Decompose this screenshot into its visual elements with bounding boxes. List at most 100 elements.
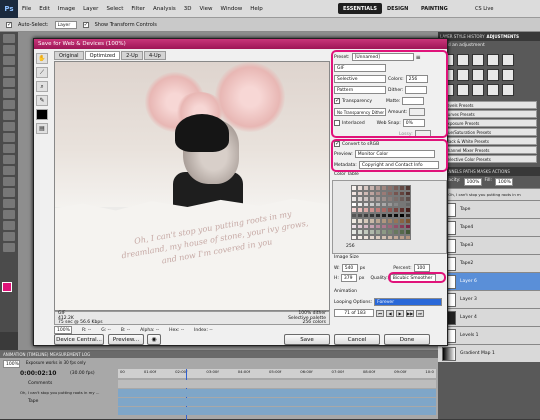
- menu-file[interactable]: File: [18, 6, 35, 12]
- lasso-tool-icon[interactable]: [3, 56, 15, 65]
- brush-tool-icon[interactable]: [3, 111, 15, 120]
- hand-tool-icon[interactable]: ✋: [36, 53, 48, 64]
- image-preview[interactable]: Oh, I can't stop you putting roots in my…: [54, 61, 330, 311]
- menu-help[interactable]: Help: [246, 6, 267, 12]
- eraser-tool-icon[interactable]: [3, 144, 15, 153]
- pen-tool-icon[interactable]: [3, 188, 15, 197]
- preset-item[interactable]: Exposure Presets: [441, 119, 537, 127]
- crop-tool-icon[interactable]: [3, 78, 15, 87]
- layer-row[interactable]: Gradient Map 1: [438, 344, 540, 362]
- photo-filter-icon[interactable]: [487, 69, 499, 81]
- levels-icon[interactable]: [457, 54, 469, 66]
- height-field[interactable]: 379: [340, 274, 357, 282]
- blur-tool-icon[interactable]: [3, 166, 15, 175]
- exposure-icon[interactable]: [487, 54, 499, 66]
- device-central-button[interactable]: Device Central...: [54, 334, 104, 345]
- auto-select-checkbox[interactable]: [6, 21, 12, 28]
- move-tool-icon[interactable]: [3, 34, 15, 43]
- layer-row[interactable]: Layer 4: [438, 308, 540, 326]
- threshold-icon[interactable]: [472, 84, 484, 96]
- menu-view[interactable]: View: [195, 6, 216, 12]
- show-transform-checkbox[interactable]: [82, 21, 89, 28]
- preview-button[interactable]: Preview...: [108, 334, 144, 345]
- type-tool-icon[interactable]: [3, 199, 15, 208]
- timeline-ruler[interactable]: 00 01:00f 02:00f 03:00f 04:00f 05:00f 06:00f 07…: [118, 369, 436, 378]
- menu-select[interactable]: Select: [102, 6, 127, 12]
- hand-tool-icon[interactable]: [3, 232, 15, 241]
- workspace-design[interactable]: DESIGN: [382, 3, 413, 14]
- channel-mixer-icon[interactable]: [502, 69, 514, 81]
- opacity-field[interactable]: 100%: [463, 178, 482, 186]
- gradient-tool-icon[interactable]: [3, 155, 15, 164]
- layer-row[interactable]: Layer 3: [438, 290, 540, 308]
- color-balance-icon[interactable]: [457, 69, 469, 81]
- timeline-zoom[interactable]: 100%: [3, 360, 20, 368]
- eyedropper-color-swatch[interactable]: [36, 109, 48, 120]
- comments-track[interactable]: [118, 380, 436, 388]
- zoom-field[interactable]: 100%: [54, 326, 72, 334]
- layer-row[interactable]: Tape: [438, 200, 540, 218]
- layer-row[interactable]: Tape4: [438, 218, 540, 236]
- menu-layer[interactable]: Layer: [79, 6, 102, 12]
- healing-tool-icon[interactable]: [3, 100, 15, 109]
- curves-icon[interactable]: [472, 54, 484, 66]
- tab-4-up[interactable]: 4-Up: [144, 51, 166, 60]
- black-white-icon[interactable]: [472, 69, 484, 81]
- preset-item[interactable]: Channel Mixer Presets: [441, 146, 537, 154]
- layer-row[interactable]: Tape2: [438, 254, 540, 272]
- menu-analysis[interactable]: Analysis: [149, 6, 180, 12]
- vibrance-icon[interactable]: [502, 54, 514, 66]
- layers-panel-tabs[interactable]: CHANNELS PATHS MASKS ACTIONS: [438, 167, 540, 176]
- fill-field[interactable]: 100%: [495, 178, 514, 186]
- first-frame-icon[interactable]: ⏮: [376, 309, 384, 317]
- marquee-tool-icon[interactable]: [3, 45, 15, 54]
- prev-frame-icon[interactable]: ◀: [386, 309, 394, 317]
- foreground-color-swatch[interactable]: [2, 282, 12, 292]
- preset-item[interactable]: Black & White Presets: [441, 137, 537, 145]
- zoom-tool-icon[interactable]: [3, 243, 15, 252]
- menu-filter[interactable]: Filter: [127, 6, 149, 12]
- path-select-tool-icon[interactable]: [3, 210, 15, 219]
- play-icon[interactable]: ▶: [396, 309, 404, 317]
- next-frame-icon[interactable]: ▶▶: [406, 309, 414, 317]
- menu-3d[interactable]: 3D: [180, 6, 196, 12]
- menu-edit[interactable]: Edit: [35, 6, 54, 12]
- menu-image[interactable]: Image: [54, 6, 79, 12]
- dodge-tool-icon[interactable]: [3, 177, 15, 186]
- width-field[interactable]: 540: [341, 264, 358, 272]
- panel-tabs[interactable]: LAYER STYLE HISTORY ADJUSTMENTS: [438, 32, 540, 41]
- percent-field[interactable]: 100: [413, 264, 430, 272]
- tab-2-up[interactable]: 2-Up: [121, 51, 143, 60]
- preset-item[interactable]: Levels Presets: [441, 101, 537, 109]
- eyedropper-tool-icon[interactable]: ✎: [36, 95, 48, 106]
- last-frame-icon[interactable]: ⏭: [416, 309, 424, 317]
- workspace-essentials[interactable]: ESSENTIALS: [338, 3, 382, 14]
- preset-item[interactable]: Curves Presets: [441, 110, 537, 118]
- layer-row[interactable]: Levels 1: [438, 326, 540, 344]
- track-bar[interactable]: [118, 407, 436, 415]
- tab-optimized[interactable]: Optimized: [84, 51, 121, 60]
- browser-icon[interactable]: ◉: [147, 334, 161, 345]
- preset-item[interactable]: Hue/Saturation Presets: [441, 128, 537, 136]
- cancel-button[interactable]: Cancel: [334, 334, 380, 345]
- preset-item[interactable]: Selective Color Presets: [441, 155, 537, 163]
- save-button[interactable]: Save: [284, 334, 330, 345]
- auto-select-dropdown[interactable]: Layer: [54, 20, 77, 29]
- gradient-map-icon[interactable]: [487, 84, 499, 96]
- layer-row[interactable]: Tape3: [438, 236, 540, 254]
- tape-track-bar[interactable]: [118, 398, 436, 406]
- tab-original[interactable]: Original: [54, 51, 84, 60]
- eyedropper-tool-icon[interactable]: [3, 89, 15, 98]
- color-table-swatches[interactable]: [351, 185, 411, 241]
- shape-tool-icon[interactable]: [3, 221, 15, 230]
- timeline-tabs[interactable]: ANIMATION (TIMELINE) MEASUREMENT LOG: [0, 351, 438, 358]
- panel-tab-adjustments[interactable]: ADJUSTMENTS: [487, 34, 519, 39]
- color-swatch[interactable]: [405, 234, 411, 240]
- cs-live-button[interactable]: CS Live: [470, 3, 498, 14]
- layer-row-selected[interactable]: Layer 6: [438, 272, 540, 290]
- posterize-icon[interactable]: [457, 84, 469, 96]
- selective-color-icon[interactable]: [502, 84, 514, 96]
- menu-window[interactable]: Window: [217, 6, 247, 12]
- done-button[interactable]: Done: [384, 334, 430, 345]
- history-brush-tool-icon[interactable]: [3, 133, 15, 142]
